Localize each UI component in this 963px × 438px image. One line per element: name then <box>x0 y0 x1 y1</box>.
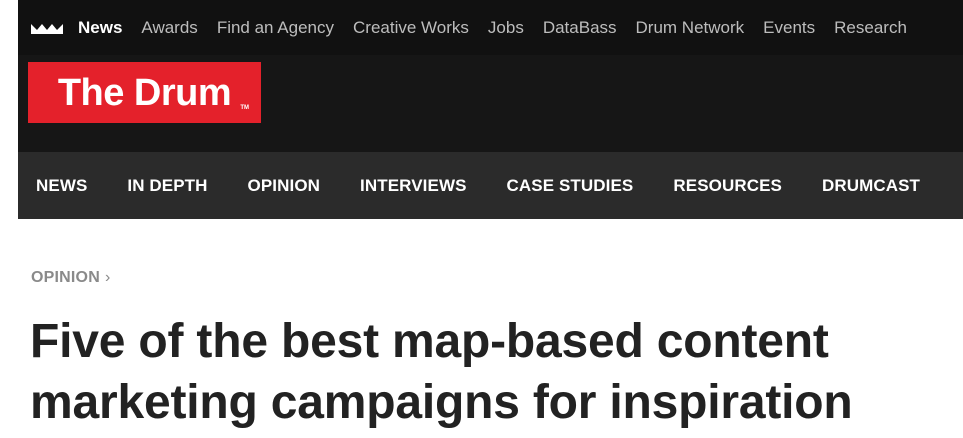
mainnav-item-case-studies[interactable]: CASE STUDIES <box>507 176 634 196</box>
topnav-item-research[interactable]: Research <box>834 18 907 38</box>
headline-line-1: Five of the best map-based content <box>30 315 829 368</box>
brand-bar: The Drum TM <box>18 55 963 152</box>
mainnav-item-resources[interactable]: RESOURCES <box>673 176 782 196</box>
topnav-item-awards[interactable]: Awards <box>141 18 197 38</box>
main-nav: NEWS IN DEPTH OPINION INTERVIEWS CASE ST… <box>18 152 963 219</box>
headline-line-2: marketing campaigns for inspiration <box>30 376 853 429</box>
logo-text: The Drum <box>57 72 232 114</box>
mainnav-item-opinion[interactable]: OPINION <box>248 176 321 196</box>
topnav-item-news[interactable]: News <box>78 18 122 38</box>
breadcrumb-opinion-link[interactable]: OPINION <box>31 269 100 286</box>
mainnav-item-interviews[interactable]: INTERVIEWS <box>360 176 466 196</box>
mainnav-item-drumcast[interactable]: DRUMCAST <box>822 176 920 196</box>
mainnav-item-news[interactable]: NEWS <box>36 176 87 196</box>
topnav-item-events[interactable]: Events <box>763 18 815 38</box>
chevron-right-icon: › <box>104 269 111 286</box>
topnav-item-drum-network[interactable]: Drum Network <box>636 18 745 38</box>
the-drum-logo[interactable]: The Drum TM <box>28 62 261 123</box>
crown-icon[interactable] <box>30 21 64 35</box>
top-nav: News Awards Find an Agency Creative Work… <box>18 0 926 55</box>
mainnav-item-in-depth[interactable]: IN DEPTH <box>127 176 207 196</box>
topnav-item-find-an-agency[interactable]: Find an Agency <box>217 18 334 38</box>
top-bar: News Awards Find an Agency Creative Work… <box>18 0 963 55</box>
topnav-item-creative-works[interactable]: Creative Works <box>353 18 469 38</box>
article-headline: Five of the best map-based content marke… <box>30 311 963 433</box>
topnav-item-jobs[interactable]: Jobs <box>488 18 524 38</box>
breadcrumb: OPINION › <box>31 269 111 287</box>
logo-trademark: TM <box>240 105 249 111</box>
topnav-item-databass[interactable]: DataBass <box>543 18 617 38</box>
